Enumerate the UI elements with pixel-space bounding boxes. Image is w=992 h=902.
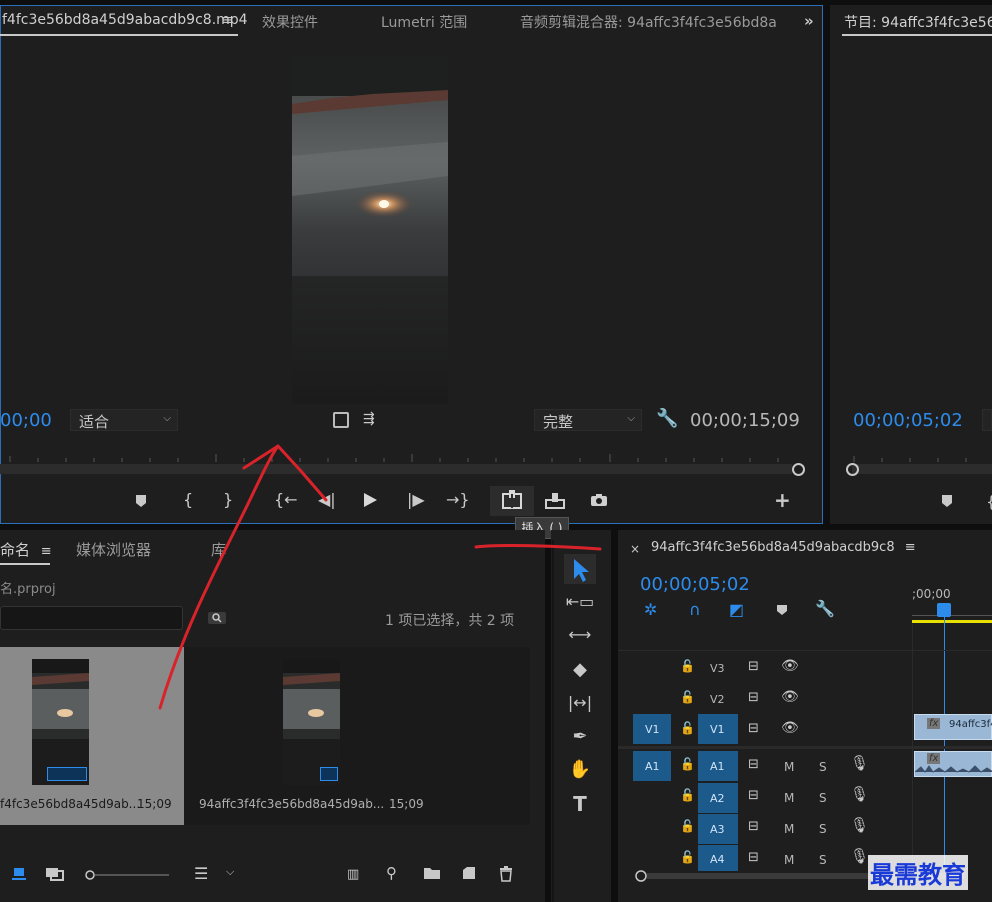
red-annotation-arrow <box>158 444 602 710</box>
